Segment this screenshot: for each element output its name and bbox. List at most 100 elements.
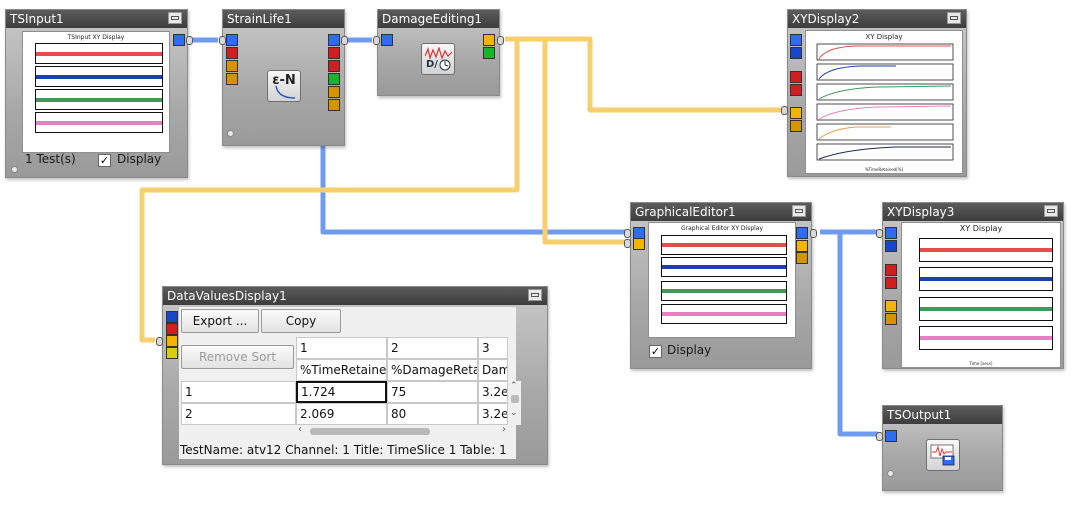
row-index-1[interactable]: 1 [181,381,296,403]
input-port-blue[interactable] [790,34,802,46]
input-connector[interactable] [781,106,788,115]
input-port-yellow[interactable] [166,347,178,359]
input-connector[interactable] [876,229,883,238]
remove-sort-button[interactable]: Remove Sort [181,345,294,369]
display-checkbox[interactable]: ✓ [649,345,662,358]
input-port-orange[interactable] [226,60,238,72]
output-connector[interactable] [810,229,817,238]
minimize-button[interactable] [947,12,961,24]
tsinput-title-bar[interactable]: TSInput1 [6,10,187,28]
scroll-left-icon[interactable]: ‹ [298,424,302,435]
column-number-1[interactable]: 1 [296,337,387,359]
row-index-2[interactable]: 2 [181,403,296,425]
input-connector[interactable] [373,36,380,45]
axis-label: Time [secs] [969,361,993,366]
display-checkbox[interactable]: ✓ [98,154,111,167]
damageediting-glyph[interactable]: DamageEditing1 D/ [373,9,504,96]
export-button[interactable]: Export ... [181,309,259,333]
input-port-gold[interactable] [633,238,645,250]
output-connector[interactable] [497,36,504,45]
input-port-red[interactable] [166,323,178,335]
column-header-2[interactable]: %DamageRetai [387,359,478,381]
output-connector[interactable] [341,36,348,45]
column-header-1[interactable]: %TimeRetained [296,359,387,381]
strain-life-icon[interactable]: ε-N [267,70,301,102]
input-port-red[interactable] [885,264,897,276]
output-port-orange[interactable] [328,86,340,98]
datavalues-glyph[interactable]: DataValuesDisplay1 Export ... Copy Remov… [156,286,548,465]
input-port-gold[interactable] [790,107,802,119]
output-port-gold[interactable] [483,34,495,46]
output-port-blue[interactable] [328,34,340,46]
tsinput-glyph[interactable]: TSInput1 TSInput XY Display 1 Test(s) ✓ … [5,9,193,178]
horizontal-scrollbar[interactable]: ‹ › [296,424,508,437]
xydisplay2-title-bar[interactable]: XYDisplay2 [788,10,966,28]
output-port-red-2[interactable] [328,60,340,72]
input-port-blue[interactable] [885,227,897,239]
input-port-gold[interactable] [166,335,178,347]
damage-editing-icon[interactable]: D/ [421,43,455,75]
output-port-blue[interactable] [796,227,808,239]
table-cell[interactable]: 75 [387,381,478,403]
table-cell[interactable]: 2.069 [296,403,387,425]
input-port-orange[interactable] [790,120,802,132]
minimize-button[interactable] [528,289,542,301]
scroll-down-icon[interactable]: ⌄ [510,408,518,418]
minimize-button[interactable] [1044,205,1058,217]
table-cell[interactable]: 3.2e- [478,403,508,425]
xydisplay3-glyph[interactable]: XYDisplay3 XY Display Time [secs] [876,202,1064,369]
minimize-button[interactable] [792,205,806,217]
input-port-navy[interactable] [166,311,178,323]
table-cell-selected[interactable]: 1.724 [296,381,387,403]
column-header-3[interactable]: Dam [478,359,508,381]
output-port[interactable] [173,34,185,46]
copy-button[interactable]: Copy [261,309,341,333]
scroll-thumb[interactable] [511,395,519,403]
graphicaleditor-title-bar[interactable]: GraphicalEditor1 [631,203,811,221]
table-cell[interactable]: 3.2e- [478,381,508,403]
input-connector-2[interactable] [624,239,631,248]
column-number-2[interactable]: 2 [387,337,478,359]
output-port-green[interactable] [328,73,340,85]
xydisplay2-glyph[interactable]: XYDisplay2 XY Display %TimeRetained[%] [781,9,967,177]
scroll-thumb[interactable] [310,428,430,435]
output-port-orange[interactable] [796,252,808,264]
input-port-navy[interactable] [885,240,897,252]
tsoutput-glyph[interactable]: TSOutput1 [876,405,1003,491]
input-port-orange-2[interactable] [226,73,238,85]
output-port-orange-2[interactable] [328,99,340,111]
graphicaleditor-glyph[interactable]: GraphicalEditor1 Graphical Editor XY Dis… [624,202,817,369]
input-port-red[interactable] [790,71,802,83]
input-connector[interactable] [156,337,163,346]
input-port-orange[interactable] [885,313,897,325]
strainlife-title-bar[interactable]: StrainLife1 [223,10,344,28]
input-port-red-2[interactable] [885,277,897,289]
input-port[interactable] [226,34,238,46]
output-port-gold[interactable] [796,240,808,252]
input-port-navy[interactable] [790,47,802,59]
table-cell[interactable]: 80 [387,403,478,425]
input-connector[interactable] [876,432,883,441]
strainlife-glyph[interactable]: StrainLife1 ε-N [219,9,348,146]
input-port[interactable] [381,34,393,46]
input-connector[interactable] [219,36,226,45]
ts-output-save-icon[interactable] [926,439,960,471]
input-port[interactable] [885,430,897,442]
input-port-gold[interactable] [885,300,897,312]
output-port-green[interactable] [483,47,495,59]
datavalues-title-bar[interactable]: DataValuesDisplay1 [163,287,547,305]
output-connector[interactable] [186,36,193,45]
scroll-right-icon[interactable]: › [502,424,506,435]
xydisplay3-title-bar[interactable]: XYDisplay3 [883,203,1063,221]
input-port-red-2[interactable] [790,84,802,96]
column-number-3[interactable]: 3 [478,337,508,359]
signal-strip-red [919,238,1053,262]
scroll-up-icon[interactable]: ⌃ [510,381,518,391]
tsoutput-title-bar[interactable]: TSOutput1 [883,406,1002,424]
minimize-button[interactable] [168,12,182,24]
vertical-scrollbar[interactable]: ⌃ ⌄ [509,381,521,425]
input-connector[interactable] [624,229,631,238]
input-port-red[interactable] [226,47,238,59]
output-port-red[interactable] [328,47,340,59]
damageediting-title-bar[interactable]: DamageEditing1 [378,10,499,28]
